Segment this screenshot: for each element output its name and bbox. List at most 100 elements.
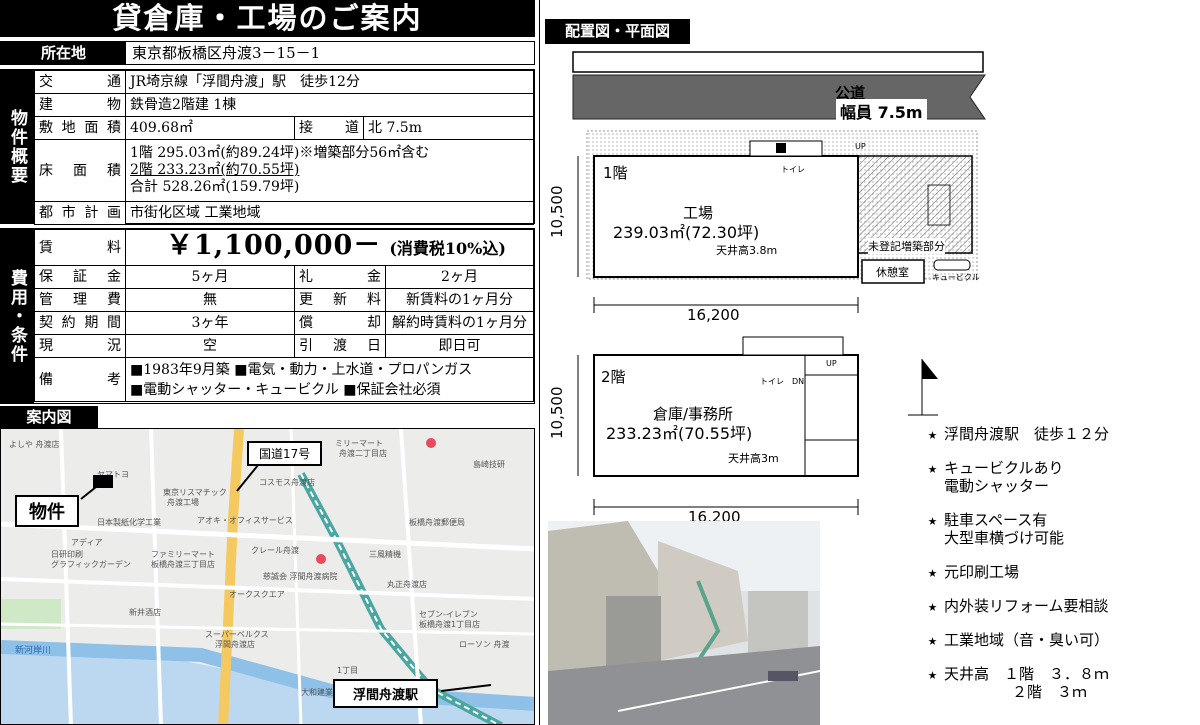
feature-line: 内外装リフォーム要相談 — [944, 597, 1109, 615]
handover-value: 即日可 — [385, 334, 534, 358]
renewal-fee-label: 更新料 — [294, 288, 386, 312]
access-value: JR埼京線「浮間舟渡」駅 徒歩12分 — [125, 70, 534, 94]
notes-label: 備考 — [34, 357, 126, 402]
feature-line: 駐車スペース有 — [944, 511, 1048, 529]
key-money-label: 礼金 — [294, 265, 386, 289]
rent-label: 賃料 — [34, 229, 126, 266]
place-label: 板橋舟渡三丁目店 — [151, 560, 215, 569]
floor1-label: 1階 — [603, 164, 628, 182]
terms-table: 賃料 ￥1,100,000－ (消費税10%込) 保証金 5ヶ月 礼金 2ヶ月 管… — [34, 229, 534, 402]
station-callout: 浮間舟渡駅 — [333, 679, 439, 708]
map-title: 案内図 — [0, 406, 98, 428]
floor2-area: 233.23㎡(70.55坪) — [606, 424, 753, 443]
feature-list: ★ 浮間舟渡駅 徒歩１２分 ★ キュービクルあり 電動シャッター ★ 駐車スペース有 大型… — [928, 425, 1193, 717]
feature-line: 浮間舟渡駅 徒歩１２分 — [944, 425, 1110, 443]
feature-item: ★ 工業地域（音・臭い可） — [928, 631, 1193, 649]
area-map[interactable]: よしや 舟渡店 ミリーマート 舟渡二丁目店 東京リスマチック 舟渡工場 コスモス… — [0, 428, 535, 725]
renewal-fee-value: 新賃料の1ヶ月分 — [385, 288, 534, 312]
status-label: 現況 — [34, 334, 126, 358]
deposit-value: 5ヶ月 — [125, 265, 295, 289]
floor2-toilet-label: トイレ — [760, 377, 784, 386]
term-value: 3ヶ年 — [125, 311, 295, 335]
feature-item: ★ 元印刷工場 — [928, 563, 1193, 581]
floor1-area: 239.03㎡(72.30坪) — [613, 223, 760, 242]
page-title: 貸倉庫・工場のご案内 — [0, 0, 535, 37]
status-value: 空 — [125, 334, 295, 358]
floor1-depth: 10,500 — [548, 185, 566, 239]
place-label: 浮間舟渡店 — [215, 640, 255, 649]
mgmt-fee-value: 無 — [125, 288, 295, 312]
place-label: 舟渡工場 — [167, 498, 199, 507]
rent-price: ￥1,100,000－ — [166, 229, 382, 261]
annex-label: 未登記増築部分 — [868, 238, 945, 254]
road-label: 接道 — [294, 116, 364, 140]
rest-room-label: 休憩室 — [876, 266, 909, 279]
floor2-dn-label: DN — [792, 377, 805, 386]
floor-area-line1: 1階 295.03㎡(約89.24坪)※増築部分56㎡含む — [130, 145, 430, 161]
floor-area-line3: 合計 528.26㎡(159.79坪) — [130, 179, 300, 195]
key-money-value: 2ヶ月 — [385, 265, 534, 289]
star-icon: ★ — [928, 425, 938, 443]
property-section-label: 物件概要 — [1, 70, 34, 223]
star-icon: ★ — [928, 631, 938, 649]
floor-area-line2: 2階 233.23㎡(約70.55坪) — [130, 162, 300, 178]
notes-value: ■1983年9月築 ■電気・動力・上水道・プロパンガス ■電動シャッター・キュー… — [125, 357, 534, 402]
floor2-ceiling: 天井高3m — [728, 452, 779, 465]
place-label: 板橋舟渡郵便局 — [409, 518, 465, 527]
feature-line: キュービクルあり — [944, 459, 1064, 477]
place-label: クレール舟渡 — [251, 546, 299, 555]
floor-area-value: 1階 295.03㎡(約89.24坪)※増築部分56㎡含む 2階 233.23㎡… — [125, 139, 534, 202]
handover-label: 引渡日 — [294, 334, 386, 358]
property-section: 物件概要 交通 JR埼京線「浮間舟渡」駅 徒歩12分 建物 鉄骨造2階建 1棟 … — [0, 69, 535, 225]
building-value: 鉄骨造2階建 1棟 — [125, 93, 534, 117]
place-label: 板橋舟渡1丁目店 — [419, 620, 481, 629]
land-area-label: 敷地面積 — [34, 116, 126, 140]
amortization-label: 償却 — [294, 311, 386, 335]
road-value: 北 7.5m — [363, 116, 534, 140]
address-row: 所在地 東京都板橋区舟渡3－15－1 — [0, 41, 535, 65]
floor1-width: 16,200 — [687, 306, 740, 324]
floor1-up-label: UP — [855, 142, 866, 151]
floor2-depth: 10,500 — [548, 386, 566, 440]
floor2-up-label: UP — [826, 359, 837, 368]
place-label: アオキ・オフィスサービス — [197, 516, 293, 525]
place-label: グラフィックガーデン — [51, 560, 131, 569]
star-icon: ★ — [928, 511, 938, 529]
feature-line: ２階 ３ｍ — [1012, 683, 1088, 701]
property-table: 交通 JR埼京線「浮間舟渡」駅 徒歩12分 建物 鉄骨造2階建 1棟 敷地面積 … — [34, 70, 534, 225]
place-label: 大和建業 — [301, 688, 333, 697]
floor2-label: 2階 — [601, 368, 626, 386]
place-label: ローソン 舟渡 — [459, 640, 510, 649]
city-plan-value: 市街化区域 工業地域 — [125, 201, 534, 225]
star-icon: ★ — [928, 459, 938, 477]
place-label: よしや 舟渡店 — [9, 440, 60, 449]
cubicle-label: キュービクル — [932, 273, 980, 282]
mgmt-fee-label: 管理費 — [34, 288, 126, 312]
feature-item: ★ 天井高 １階 ３．８ｍ ２階 ３ｍ — [928, 665, 1193, 701]
star-icon: ★ — [928, 665, 938, 683]
route-callout: 国道17号 — [247, 441, 323, 466]
feature-item: ★ 駐車スペース有 大型車横づけ可能 — [928, 511, 1193, 547]
feature-line: 電動シャッター — [944, 477, 1050, 495]
rent-cell: ￥1,100,000－ (消費税10%込) — [125, 229, 534, 266]
place-label: 三風精機 — [369, 550, 401, 559]
star-icon: ★ — [928, 563, 938, 581]
place-label: アディア — [71, 538, 103, 547]
floor-area-label: 床面積 — [34, 139, 126, 202]
place-label: 日本製紙化学工業 — [97, 518, 161, 527]
building-photo — [548, 521, 820, 725]
place-label: 新井酒店 — [129, 608, 161, 617]
feature-item: ★ 内外装リフォーム要相談 — [928, 597, 1193, 615]
feature-line: 元印刷工場 — [944, 563, 1020, 581]
place-label: コスモス舟渡店 — [259, 478, 315, 487]
notes-line1: ■1983年9月築 ■電気・動力・上水道・プロパンガス — [130, 361, 473, 378]
amortization-value: 解約時賃料の1ヶ月分 — [385, 311, 534, 335]
rent-tax: (消費税10%込) — [389, 238, 506, 258]
floor1-toilet-label: トイレ — [781, 165, 805, 174]
star-icon: ★ — [928, 597, 938, 615]
deposit-label: 保証金 — [34, 265, 126, 289]
address-label: 所在地 — [1, 42, 126, 64]
river-label: 新河岸川 — [15, 646, 52, 656]
terms-section-label: 費用・条件 — [1, 229, 34, 403]
place-label: オークスクエア — [229, 590, 285, 599]
